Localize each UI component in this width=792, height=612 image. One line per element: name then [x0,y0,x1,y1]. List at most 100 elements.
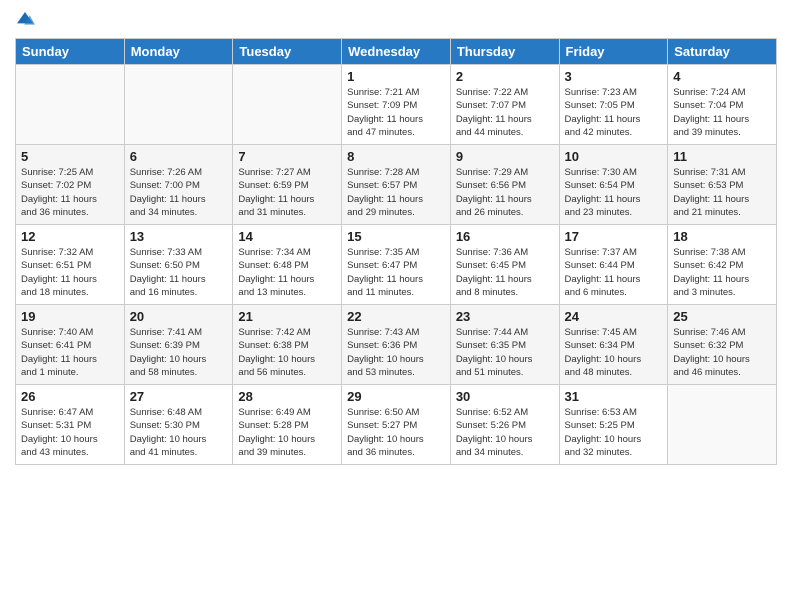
day-info: Sunrise: 7:23 AM Sunset: 7:05 PM Dayligh… [565,86,663,139]
calendar-day-cell: 7Sunrise: 7:27 AM Sunset: 6:59 PM Daylig… [233,145,342,225]
day-number: 10 [565,149,663,164]
day-number: 21 [238,309,336,324]
day-info: Sunrise: 7:33 AM Sunset: 6:50 PM Dayligh… [130,246,228,299]
day-number: 19 [21,309,119,324]
day-info: Sunrise: 6:50 AM Sunset: 5:27 PM Dayligh… [347,406,445,459]
calendar-day-cell: 11Sunrise: 7:31 AM Sunset: 6:53 PM Dayli… [668,145,777,225]
day-info: Sunrise: 7:25 AM Sunset: 7:02 PM Dayligh… [21,166,119,219]
day-info: Sunrise: 7:44 AM Sunset: 6:35 PM Dayligh… [456,326,554,379]
day-number: 4 [673,69,771,84]
day-info: Sunrise: 7:29 AM Sunset: 6:56 PM Dayligh… [456,166,554,219]
calendar-day-cell [16,65,125,145]
day-number: 20 [130,309,228,324]
day-number: 25 [673,309,771,324]
day-number: 28 [238,389,336,404]
day-number: 26 [21,389,119,404]
day-info: Sunrise: 6:52 AM Sunset: 5:26 PM Dayligh… [456,406,554,459]
day-number: 12 [21,229,119,244]
calendar-day-cell: 6 Sunrise: 7:26 AM Sunset: 7:00 PM Daylig… [124,145,233,225]
calendar-day-cell: 24 Sunrise: 7:45 AM Sunset: 6:34 PM Dayli… [559,305,668,385]
calendar-day-cell: 27 Sunrise: 6:48 AM Sunset: 5:30 PM Dayli… [124,385,233,465]
day-info: Sunrise: 7:24 AM Sunset: 7:04 PM Dayligh… [673,86,771,139]
day-number: 15 [347,229,445,244]
day-info: Sunrise: 7:21 AM Sunset: 7:09 PM Dayligh… [347,86,445,139]
calendar-day-cell [124,65,233,145]
col-friday: Friday [559,39,668,65]
day-info: Sunrise: 6:53 AM Sunset: 5:25 PM Dayligh… [565,406,663,459]
col-saturday: Saturday [668,39,777,65]
calendar-header-row: Sunday Monday Tuesday Wednesday Thursday… [16,39,777,65]
calendar-day-cell [668,385,777,465]
day-number: 5 [21,149,119,164]
calendar-day-cell: 1 Sunrise: 7:21 AM Sunset: 7:09 PM Daylig… [342,65,451,145]
day-number: 24 [565,309,663,324]
day-number: 14 [238,229,336,244]
calendar-day-cell: 3 Sunrise: 7:23 AM Sunset: 7:05 PM Daylig… [559,65,668,145]
day-number: 1 [347,69,445,84]
day-number: 11 [673,149,771,164]
day-info: Sunrise: 6:48 AM Sunset: 5:30 PM Dayligh… [130,406,228,459]
calendar-day-cell: 5 Sunrise: 7:25 AM Sunset: 7:02 PM Daylig… [16,145,125,225]
calendar-day-cell: 12 Sunrise: 7:32 AM Sunset: 6:51 PM Dayli… [16,225,125,305]
day-info: Sunrise: 7:46 AM Sunset: 6:32 PM Dayligh… [673,326,771,379]
calendar-week-row: 5 Sunrise: 7:25 AM Sunset: 7:02 PM Daylig… [16,145,777,225]
calendar-day-cell: 13 Sunrise: 7:33 AM Sunset: 6:50 PM Dayli… [124,225,233,305]
calendar-day-cell: 17 Sunrise: 7:37 AM Sunset: 6:44 PM Dayli… [559,225,668,305]
day-info: Sunrise: 7:35 AM Sunset: 6:47 PM Dayligh… [347,246,445,299]
col-tuesday: Tuesday [233,39,342,65]
calendar-day-cell: 15 Sunrise: 7:35 AM Sunset: 6:47 PM Dayli… [342,225,451,305]
day-number: 31 [565,389,663,404]
day-number: 17 [565,229,663,244]
day-info: Sunrise: 7:30 AM Sunset: 6:54 PM Dayligh… [565,166,663,219]
col-sunday: Sunday [16,39,125,65]
day-info: Sunrise: 7:26 AM Sunset: 7:00 PM Dayligh… [130,166,228,219]
calendar-week-row: 1 Sunrise: 7:21 AM Sunset: 7:09 PM Daylig… [16,65,777,145]
calendar-day-cell: 26 Sunrise: 6:47 AM Sunset: 5:31 PM Dayli… [16,385,125,465]
day-info: Sunrise: 7:37 AM Sunset: 6:44 PM Dayligh… [565,246,663,299]
calendar-day-cell: 18 Sunrise: 7:38 AM Sunset: 6:42 PM Dayli… [668,225,777,305]
day-info: Sunrise: 7:34 AM Sunset: 6:48 PM Dayligh… [238,246,336,299]
day-number: 29 [347,389,445,404]
day-info: Sunrise: 7:42 AM Sunset: 6:38 PM Dayligh… [238,326,336,379]
col-wednesday: Wednesday [342,39,451,65]
page-container: Sunday Monday Tuesday Wednesday Thursday… [0,0,792,612]
calendar-day-cell: 4 Sunrise: 7:24 AM Sunset: 7:04 PM Daylig… [668,65,777,145]
calendar-day-cell: 31 Sunrise: 6:53 AM Sunset: 5:25 PM Dayli… [559,385,668,465]
calendar-day-cell [233,65,342,145]
day-info: Sunrise: 7:41 AM Sunset: 6:39 PM Dayligh… [130,326,228,379]
day-number: 6 [130,149,228,164]
day-number: 23 [456,309,554,324]
calendar-day-cell: 25 Sunrise: 7:46 AM Sunset: 6:32 PM Dayli… [668,305,777,385]
calendar-day-cell: 28 Sunrise: 6:49 AM Sunset: 5:28 PM Dayli… [233,385,342,465]
calendar-day-cell: 20 Sunrise: 7:41 AM Sunset: 6:39 PM Dayli… [124,305,233,385]
day-number: 8 [347,149,445,164]
day-number: 18 [673,229,771,244]
calendar-day-cell: 30 Sunrise: 6:52 AM Sunset: 5:26 PM Dayli… [450,385,559,465]
day-number: 13 [130,229,228,244]
day-number: 9 [456,149,554,164]
day-number: 2 [456,69,554,84]
day-info: Sunrise: 6:49 AM Sunset: 5:28 PM Dayligh… [238,406,336,459]
day-number: 16 [456,229,554,244]
day-info: Sunrise: 7:22 AM Sunset: 7:07 PM Dayligh… [456,86,554,139]
calendar-day-cell: 19 Sunrise: 7:40 AM Sunset: 6:41 PM Dayli… [16,305,125,385]
calendar-day-cell: 22Sunrise: 7:43 AM Sunset: 6:36 PM Dayli… [342,305,451,385]
calendar-day-cell: 9 Sunrise: 7:29 AM Sunset: 6:56 PM Daylig… [450,145,559,225]
day-number: 3 [565,69,663,84]
day-info: Sunrise: 7:32 AM Sunset: 6:51 PM Dayligh… [21,246,119,299]
day-info: Sunrise: 7:38 AM Sunset: 6:42 PM Dayligh… [673,246,771,299]
day-info: Sunrise: 7:45 AM Sunset: 6:34 PM Dayligh… [565,326,663,379]
day-number: 22 [347,309,445,324]
logo [15,10,39,30]
calendar-day-cell: 29 Sunrise: 6:50 AM Sunset: 5:27 PM Dayli… [342,385,451,465]
calendar-day-cell: 23 Sunrise: 7:44 AM Sunset: 6:35 PM Dayli… [450,305,559,385]
day-number: 27 [130,389,228,404]
calendar-week-row: 12 Sunrise: 7:32 AM Sunset: 6:51 PM Dayli… [16,225,777,305]
calendar-week-row: 19 Sunrise: 7:40 AM Sunset: 6:41 PM Dayli… [16,305,777,385]
logo-icon [15,10,35,30]
day-number: 30 [456,389,554,404]
day-info: Sunrise: 7:28 AM Sunset: 6:57 PM Dayligh… [347,166,445,219]
day-info: Sunrise: 7:40 AM Sunset: 6:41 PM Dayligh… [21,326,119,379]
day-info: Sunrise: 6:47 AM Sunset: 5:31 PM Dayligh… [21,406,119,459]
calendar-day-cell: 10 Sunrise: 7:30 AM Sunset: 6:54 PM Dayli… [559,145,668,225]
